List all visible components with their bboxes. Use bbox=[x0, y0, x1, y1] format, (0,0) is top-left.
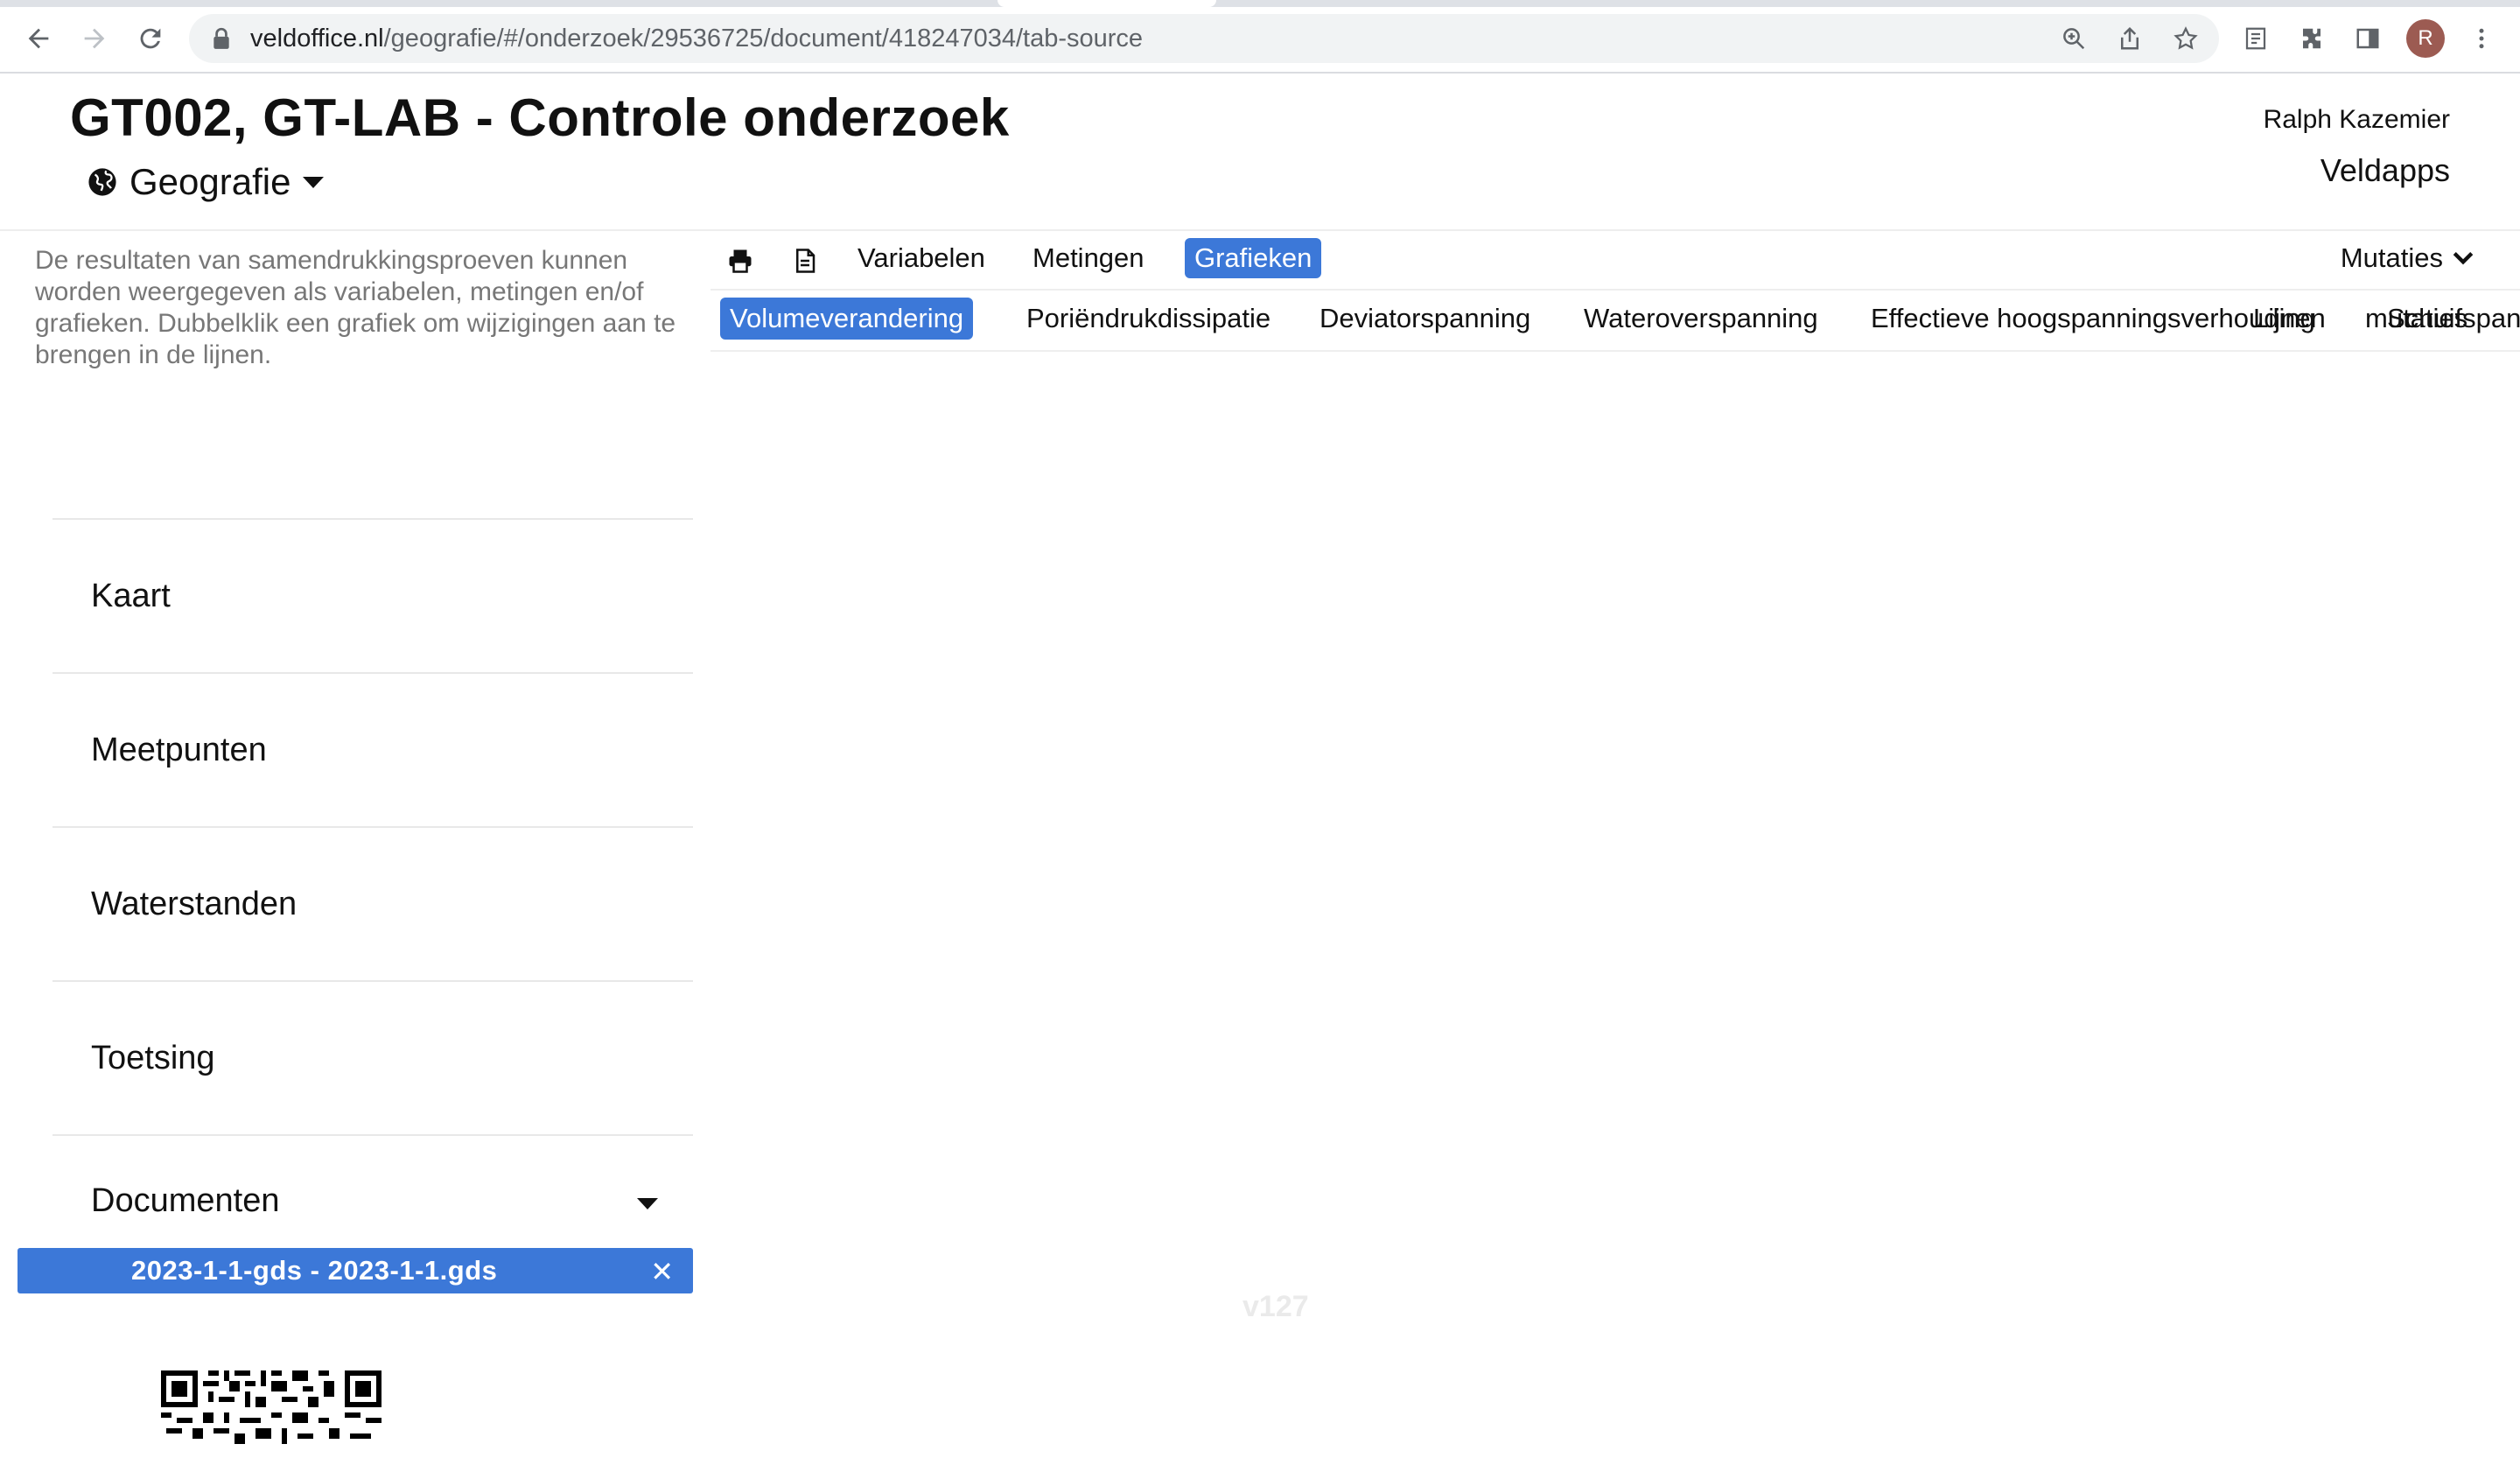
tab-grafieken[interactable]: Grafieken bbox=[1185, 238, 1322, 278]
tab-variabelen[interactable]: Variabelen bbox=[848, 238, 995, 278]
sidebar-item-kaart[interactable]: Kaart bbox=[52, 518, 693, 672]
page-title: GT002, GT-LAB - Controle onderzoek bbox=[70, 88, 1010, 147]
browser-menu-icon[interactable] bbox=[2462, 19, 2501, 58]
profile-avatar[interactable]: R bbox=[2406, 19, 2445, 58]
chevron-down-icon bbox=[2453, 252, 2474, 265]
back-icon[interactable] bbox=[19, 19, 58, 58]
module-label: Geografie bbox=[130, 161, 291, 202]
globe-icon bbox=[88, 168, 116, 196]
extensions-puzzle-icon[interactable] bbox=[2292, 19, 2331, 58]
reload-icon[interactable] bbox=[131, 19, 170, 58]
chart-tabs: Volumeverandering Poriëndrukdissipatie D… bbox=[710, 291, 2520, 352]
sidebar-item-waterstanden[interactable]: Waterstanden bbox=[52, 826, 693, 980]
subtab-porienddrukdissipatie[interactable]: Poriëndrukdissipatie bbox=[1017, 298, 1280, 340]
subtab-wateroverspanning[interactable]: Wateroverspanning bbox=[1574, 298, 1828, 340]
url-text[interactable]: veldoffice.nl/geografie/#/onderzoek/2953… bbox=[250, 25, 1143, 53]
tab-strip bbox=[0, 0, 2520, 7]
subtab-volumeverandering[interactable]: Volumeverandering bbox=[720, 298, 974, 340]
share-icon[interactable] bbox=[2112, 21, 2147, 56]
user-name[interactable]: Ralph Kazemier bbox=[2264, 105, 2450, 135]
open-document-chip[interactable]: 2023-1-1-gds - 2023-1-1.gds ✕ bbox=[18, 1248, 693, 1293]
zoom-icon[interactable] bbox=[2056, 21, 2091, 56]
document-name: 2023-1-1-gds - 2023-1-1.gds bbox=[131, 1255, 498, 1286]
bookmark-star-icon[interactable] bbox=[2168, 21, 2203, 56]
sidebar-item-documenten[interactable]: Documenten bbox=[52, 1134, 693, 1230]
address-bar[interactable]: veldoffice.nl/geografie/#/onderzoek/2953… bbox=[189, 14, 2219, 63]
forward-icon[interactable] bbox=[75, 19, 114, 58]
browser-toolbar: veldoffice.nl/geografie/#/onderzoek/2953… bbox=[0, 0, 2520, 74]
caret-down-icon bbox=[637, 1198, 658, 1209]
mutaties-dropdown[interactable]: Mutaties bbox=[2341, 238, 2474, 278]
sidebar-item-toetsing[interactable]: Toetsing bbox=[52, 980, 693, 1134]
subtab-deviatorspanning[interactable]: Deviatorspanning bbox=[1310, 298, 1540, 340]
version-label: v127 bbox=[1242, 1290, 1309, 1323]
qr-code-image bbox=[161, 1370, 382, 1449]
sidebar-menu: Kaart Meetpunten Waterstanden Toetsing D… bbox=[52, 518, 693, 1230]
mutaties-label: Mutaties bbox=[2340, 242, 2443, 273]
url-path: /geografie/#/onderzoek/29536725/document… bbox=[383, 24, 1144, 53]
close-icon[interactable]: ✕ bbox=[650, 1255, 674, 1288]
sidebar-item-meetpunten[interactable]: Meetpunten bbox=[52, 672, 693, 826]
subtab-lijnen[interactable]: Lijnen bbox=[2244, 298, 2335, 340]
document-toolbar: Variabelen Metingen Grafieken Mutaties bbox=[710, 231, 2520, 291]
print-icon[interactable] bbox=[723, 243, 758, 278]
document-icon[interactable] bbox=[788, 243, 822, 278]
help-text: De resultaten van samendrukkingsproeven … bbox=[35, 246, 676, 369]
subtab-schuifspanning[interactable]: Schuifspanning bbox=[2377, 298, 2520, 340]
sidebar-item-label: Documenten bbox=[91, 1182, 280, 1219]
active-tab-edge[interactable] bbox=[998, 0, 1216, 7]
reader-mode-icon[interactable] bbox=[2236, 19, 2275, 58]
side-panel-icon[interactable] bbox=[2348, 19, 2387, 58]
module-dropdown[interactable]: Geografie bbox=[88, 161, 325, 203]
url-host: veldoffice.nl bbox=[250, 24, 384, 53]
app-name[interactable]: Veldapps bbox=[2320, 152, 2450, 189]
lock-icon[interactable] bbox=[212, 27, 231, 50]
chevron-down-icon bbox=[303, 176, 325, 188]
tab-metingen[interactable]: Metingen bbox=[1023, 238, 1154, 278]
